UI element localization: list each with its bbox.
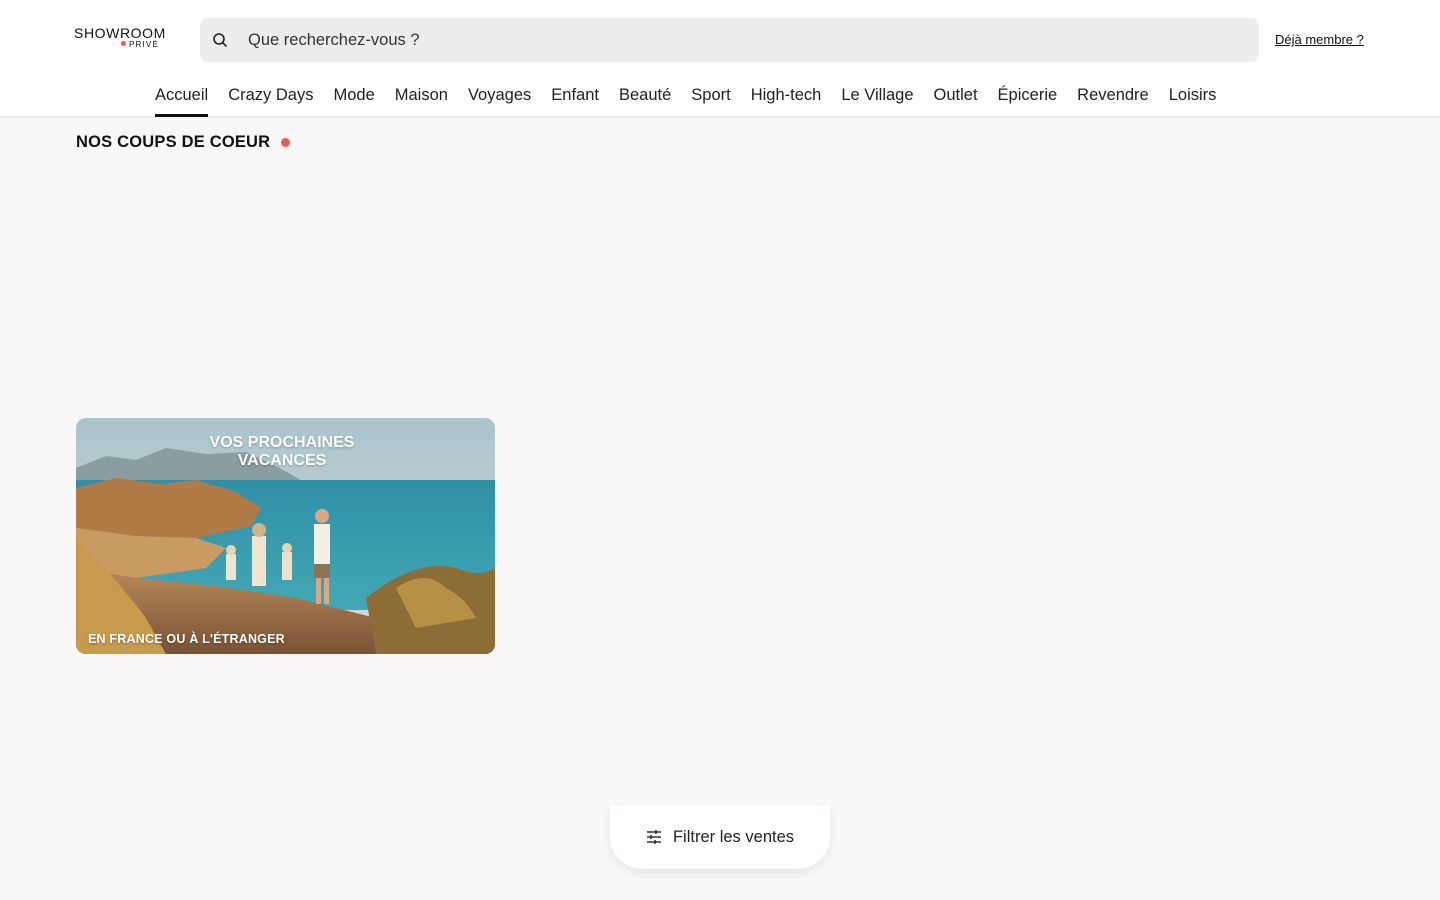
- search-bar[interactable]: [200, 18, 1259, 62]
- nav-item-enfant[interactable]: Enfant: [541, 76, 609, 117]
- filter-sales-button[interactable]: Filtrer les ventes: [610, 805, 830, 869]
- nav-item-loisirs[interactable]: Loisirs: [1159, 76, 1227, 117]
- nav-item-crazy-days[interactable]: Crazy Days: [218, 76, 323, 117]
- nav-item-epicerie[interactable]: Épicerie: [988, 76, 1068, 117]
- nav-item-sport[interactable]: Sport: [681, 76, 740, 117]
- section-title-text: NOS COUPS DE COEUR: [76, 133, 271, 151]
- nav-item-maison[interactable]: Maison: [385, 76, 458, 117]
- red-dot-icon: [281, 138, 291, 147]
- nav-item-accueil[interactable]: Accueil: [145, 76, 218, 117]
- category-nav: Accueil Crazy Days Mode Maison Voyages E…: [145, 76, 1226, 117]
- promo-title: VOS PROCHAINES VACANCES: [209, 434, 355, 469]
- showroom-prive-logo[interactable]: SHOWROOM PRIVÉ: [74, 26, 184, 52]
- nav-item-high-tech[interactable]: High-tech: [741, 76, 832, 117]
- nav-item-le-village[interactable]: Le Village: [831, 76, 923, 117]
- promo-subtitle: EN FRANCE OU À L'ÉTRANGER: [88, 632, 285, 646]
- search-icon: [212, 32, 228, 48]
- logo-dot-icon: [121, 41, 126, 46]
- sliders-icon: [646, 829, 662, 845]
- search-input[interactable]: [248, 30, 1148, 50]
- logo-wordmark: SHOWROOM: [74, 25, 166, 41]
- nav-item-outlet[interactable]: Outlet: [924, 76, 988, 117]
- nav-item-voyages[interactable]: Voyages: [458, 76, 541, 117]
- nav-item-beaute[interactable]: Beauté: [609, 76, 681, 117]
- site-header: SHOWROOM PRIVÉ Déjà membre ? Accueil Cra…: [0, 0, 1440, 117]
- already-member-link[interactable]: Déjà membre ?: [1275, 32, 1364, 47]
- nav-item-mode[interactable]: Mode: [323, 76, 384, 117]
- filter-sales-label: Filtrer les ventes: [672, 827, 795, 846]
- logo-subtext: PRIVÉ: [121, 40, 159, 49]
- section-title: NOS COUPS DE COEUR: [76, 133, 291, 152]
- nav-item-revendre[interactable]: Revendre: [1067, 76, 1159, 117]
- promo-card-vacances[interactable]: VOS PROCHAINES VACANCES EN FRANCE OU À L…: [76, 418, 495, 654]
